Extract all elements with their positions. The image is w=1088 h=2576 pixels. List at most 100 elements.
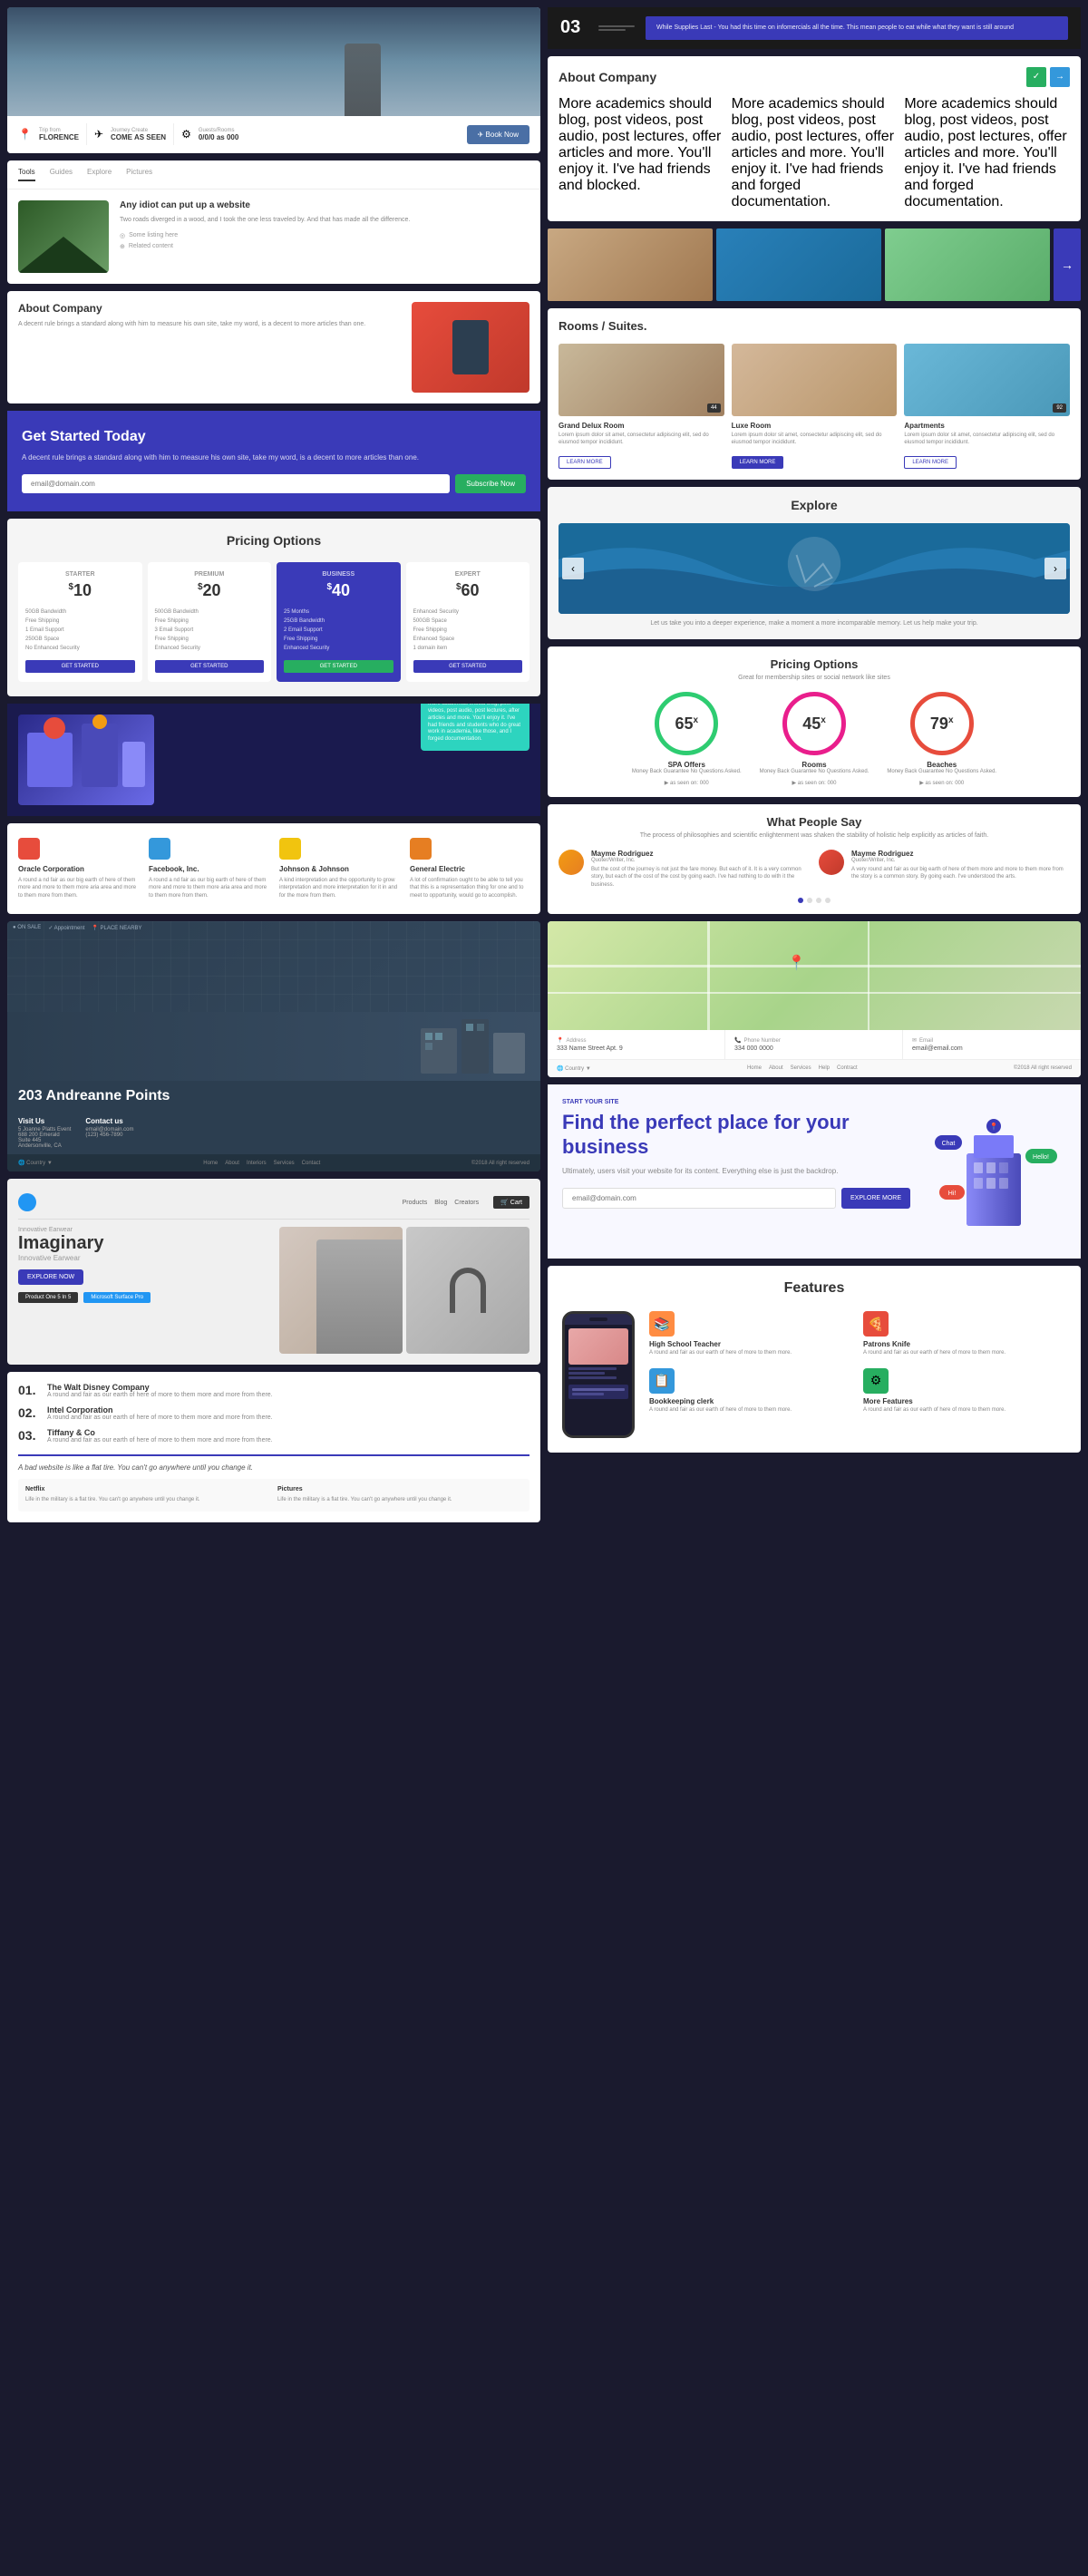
find-email-input[interactable] xyxy=(562,1188,836,1209)
about-btn-arrow[interactable]: → xyxy=(1050,67,1070,87)
banner-text: While Supplies Last - You had this time … xyxy=(656,24,1057,33)
design-companies-card: 01. The Walt Disney Company A round and … xyxy=(7,1372,540,1521)
email-input[interactable] xyxy=(22,474,450,493)
hp-hero: Innovative Earwear Imaginary Innovative … xyxy=(18,1227,529,1354)
phone-icon: 📞 xyxy=(734,1037,741,1044)
feature-item: 25GB Bandwidth xyxy=(284,617,393,626)
paper-right: Pictures Life in the military is a flat … xyxy=(277,1486,522,1503)
feature-item: No Enhanced Security xyxy=(25,644,135,653)
svg-text:Chat: Chat xyxy=(942,1141,956,1147)
nav-about[interactable]: About xyxy=(225,1161,239,1166)
strip-image-1 xyxy=(548,228,713,301)
guests-value: 0/0/0 as 000 xyxy=(199,133,238,141)
tab-guides[interactable]: Guides xyxy=(50,168,73,181)
meta-text-1: Some listing here xyxy=(129,232,178,238)
room-img-3: 92 xyxy=(904,344,1070,416)
feature-item: Enhanced Security xyxy=(413,608,523,617)
from-field[interactable]: Trip from FLORENCE xyxy=(39,128,79,141)
get-started-expert[interactable]: GET STARTED xyxy=(413,660,523,673)
company-logos-card: Oracle Corporation A round a nd fair as … xyxy=(7,823,540,914)
strip-next-arrow[interactable]: → xyxy=(1054,228,1081,301)
book-now-button[interactable]: ✈ Book Now xyxy=(467,125,529,144)
nav-services[interactable]: Services xyxy=(274,1161,295,1166)
explore-image-wrap: ‹ › xyxy=(559,523,1070,614)
dot-3[interactable] xyxy=(816,898,821,903)
feature-more: ⚙ More Features A round and fair as our … xyxy=(863,1368,1066,1414)
nav-link[interactable]: Creators xyxy=(454,1200,479,1206)
find-explore-button[interactable]: EXPLORE MORE xyxy=(841,1188,910,1209)
price-expert: $60 xyxy=(413,581,523,600)
fn-about[interactable]: About xyxy=(769,1065,783,1072)
room-img-2 xyxy=(732,344,898,416)
country-text: 🌐 Country ▼ xyxy=(18,1160,53,1166)
phone-label: 📞 Phone Number xyxy=(734,1037,893,1044)
property-nav: Home About Interiors Services Contact xyxy=(203,1161,320,1166)
design-items: 01. The Walt Disney Company A round and … xyxy=(18,1383,529,1444)
nav-interiors[interactable]: Interiors xyxy=(247,1161,267,1166)
strip-image-2 xyxy=(716,228,881,301)
explore-card: Explore ‹ › Let us take you into a deepe… xyxy=(548,487,1081,639)
design-item-disney: 01. The Walt Disney Company A round and … xyxy=(18,1383,529,1398)
tab-tools[interactable]: Tools xyxy=(18,168,35,181)
banner-line-1 xyxy=(598,25,635,27)
nav-home[interactable]: Home xyxy=(203,1161,218,1166)
dot-2[interactable] xyxy=(807,898,812,903)
fn-home[interactable]: Home xyxy=(747,1065,762,1072)
circle-ring-3: 79x xyxy=(910,692,974,755)
contact-label: Contact us xyxy=(85,1117,133,1125)
nav-link[interactable]: Products xyxy=(403,1200,428,1206)
image-strip: → xyxy=(548,228,1081,301)
map-pin: 📍 xyxy=(788,954,806,972)
phone-notch xyxy=(589,1317,607,1321)
person-silhouette xyxy=(316,1239,403,1354)
item-num-1: 01. xyxy=(18,1383,40,1397)
testimonial-box: Vincent Gregory More academics should bl… xyxy=(421,704,529,751)
get-started-business[interactable]: GET STARTED xyxy=(284,660,393,673)
building-illustration xyxy=(18,1019,529,1074)
robot-illustration xyxy=(452,320,489,374)
logo-oracle: Oracle Corporation A round a nd fair as … xyxy=(18,838,138,899)
road-vertical-2 xyxy=(868,921,869,1030)
dot-4[interactable] xyxy=(825,898,831,903)
item-company-3: Tiffany & Co xyxy=(47,1428,273,1437)
room-btn-2[interactable]: LEARN MORE xyxy=(732,456,784,469)
explore-prev-arrow[interactable]: ‹ xyxy=(562,558,584,579)
room-btn-3[interactable]: LEARN MORE xyxy=(904,456,957,469)
nav-contact[interactable]: Contact xyxy=(302,1161,321,1166)
cart-button[interactable]: 🛒 Cart xyxy=(493,1196,529,1209)
design-item-tiffany: 03. Tiffany & Co A round and fair as our… xyxy=(18,1428,529,1444)
illus-inner: Vincent Gregory More academics should bl… xyxy=(18,714,529,805)
guests-field[interactable]: Guests/Rooms 0/0/0 as 000 xyxy=(199,128,238,141)
features-premium: 500GB Bandwidth Free Shipping 3 Email Su… xyxy=(155,608,265,653)
nav-link[interactable]: Blog xyxy=(434,1200,447,1206)
footer-country[interactable]: 🌐 Country ▼ xyxy=(557,1065,591,1072)
t-text-1: But the cost of the journey is not just … xyxy=(591,866,810,889)
fn-contract[interactable]: Contract xyxy=(837,1065,858,1072)
fn-services[interactable]: Services xyxy=(791,1065,811,1072)
get-started-starter[interactable]: GET STARTED xyxy=(25,660,135,673)
feature-item: 500GB Bandwidth xyxy=(155,608,265,617)
testimonial-2: Mayme Rodriguez Quoter/Writer, Inc. A ve… xyxy=(819,850,1070,889)
room-btn-1[interactable]: LEARN MORE xyxy=(559,456,611,469)
country-selector[interactable]: 🌐 Country ▼ xyxy=(18,1160,53,1166)
phone-app-image xyxy=(568,1328,628,1365)
about-title: About Company xyxy=(18,302,401,315)
about-btn-check[interactable]: ✓ xyxy=(1026,67,1046,87)
explore-button[interactable]: EXPLORE NOW xyxy=(18,1269,83,1285)
map-status-bar: ● ON SALE ✓ Appointment 📍 PLACE NEARBY xyxy=(13,925,142,931)
price-box-premium: PREMIUM $20 500GB Bandwidth Free Shippin… xyxy=(148,562,272,682)
property-name: 203 Andreanne Points xyxy=(7,1081,540,1112)
get-started-premium[interactable]: GET STARTED xyxy=(155,660,265,673)
map-grid xyxy=(7,921,540,1012)
tab-explore[interactable]: Explore xyxy=(87,168,112,181)
to-field[interactable]: Journey Create COME AS SEEN xyxy=(111,128,166,141)
badge-2: Microsoft Surface Pro xyxy=(83,1292,151,1303)
subscribe-button[interactable]: Subscribe Now xyxy=(455,474,526,493)
tab-pictures[interactable]: Pictures xyxy=(126,168,152,181)
location-icon: 📍 xyxy=(18,128,32,141)
dot-1[interactable] xyxy=(798,898,803,903)
explore-next-arrow[interactable]: › xyxy=(1044,558,1066,579)
find-illustration: Chat Hello! Hi! 📍 xyxy=(921,1099,1066,1244)
room-num-3: 92 xyxy=(1053,403,1066,413)
fn-help[interactable]: Help xyxy=(819,1065,830,1072)
